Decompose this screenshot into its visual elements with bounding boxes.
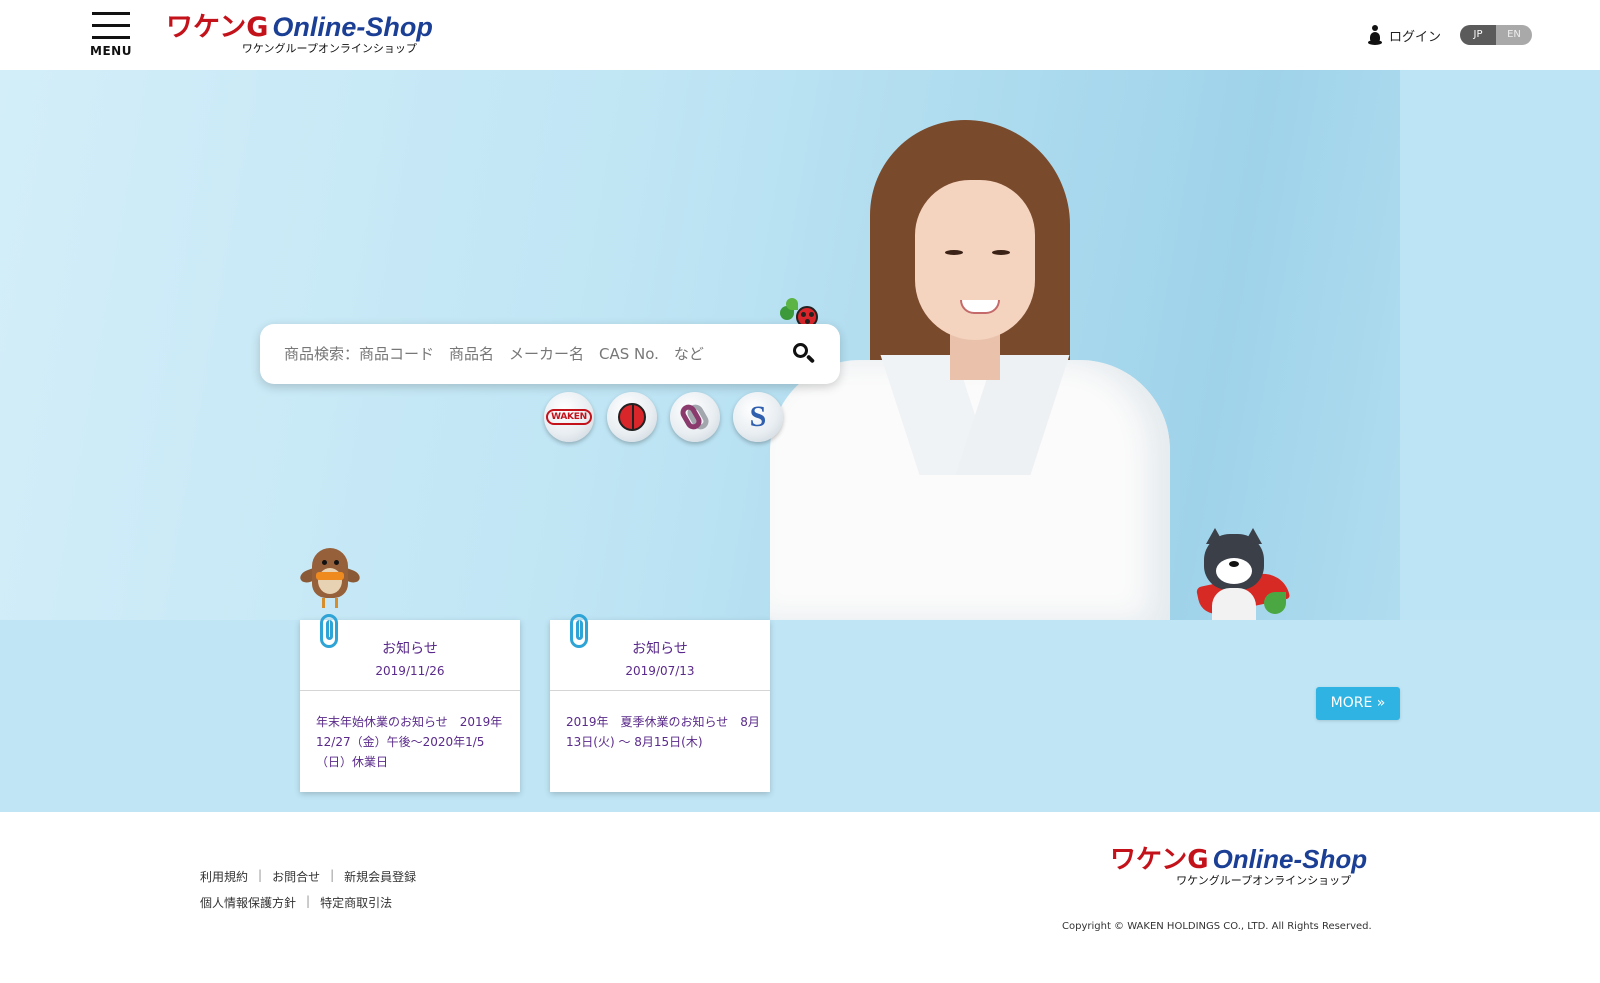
ladybug-logo-icon [607,392,657,442]
search-icon-handle [805,354,816,364]
footer-link-contact[interactable]: お問合せ [272,868,320,885]
company-waken-link[interactable]: WAKEN [544,392,594,442]
product-search-bar [260,324,840,384]
user-icon [1368,24,1382,46]
hero-background-band [1400,70,1600,620]
hero-banner: WAKEN S [0,70,1600,620]
logo-text-jp: ワケンG [166,12,269,43]
search-button[interactable] [792,342,816,366]
menu-button[interactable]: MENU [90,10,132,60]
news-section: お知らせ 2019/11/26 年末年始休業のお知らせ 2019年12/27（金… [0,614,1600,812]
news-divider [300,690,520,691]
logo-text-en: Online-Shop [1212,844,1368,874]
logo-subtitle: ワケングループオンラインショップ [1176,874,1352,887]
news-date: 2019/07/13 [625,664,695,678]
group-company-links: WAKEN S [544,392,783,444]
logo-text-en: Online-Shop [272,12,433,42]
company-shinkoku-link[interactable]: S [733,392,783,442]
footer-logo[interactable]: ワケンG Online-Shop ワケングループオンラインショップ [1110,844,1367,887]
shinkoku-logo-text: S [749,400,767,433]
news-title: お知らせ [382,641,438,657]
company-ladybug-link[interactable] [607,392,657,442]
shinkoku-logo-icon: S [733,392,783,442]
login-label: ログイン [1389,29,1442,45]
menu-label: MENU [90,44,132,58]
footer-link-terms[interactable]: 利用規約 [200,868,248,885]
search-input[interactable] [284,324,764,384]
news-divider [550,690,770,691]
footer-links-row: 利用規約 | お問合せ | 新規会員登録 [200,868,416,885]
footer-link-register[interactable]: 新規会員登録 [344,868,416,885]
lang-en-button[interactable]: EN [1496,25,1532,45]
hamburger-icon [92,12,130,15]
news-body: 2019年 夏季休業のお知らせ 8月13日(火) ～ 8月15日(木) [566,715,760,749]
site-header: MENU ワケンG Online-Shop ワケングループオンラインショップ ログ… [0,0,1600,70]
footer-links-row: 個人情報保護方針 | 特定商取引法 [200,894,392,911]
waken-logo-icon: WAKEN [544,392,594,442]
news-card[interactable]: お知らせ 2019/07/13 2019年 夏季休業のお知らせ 8月13日(火)… [550,614,770,792]
news-body: 年末年始休業のお知らせ 2019年12/27（金）午後～2020年1/5（日）休… [316,715,503,769]
dog-mascot-icon [1195,528,1291,620]
waken-logo-text: WAKEN [546,409,592,425]
knot-logo-icon [670,392,720,442]
footer-link-commerce-law[interactable]: 特定商取引法 [320,894,392,911]
footer-separator: | [330,868,335,882]
news-card[interactable]: お知らせ 2019/11/26 年末年始休業のお知らせ 2019年12/27（金… [300,614,520,792]
lang-jp-button[interactable]: JP [1460,25,1496,45]
footer-link-privacy[interactable]: 個人情報保護方針 [200,894,296,911]
site-logo[interactable]: ワケンG Online-Shop ワケングループオンラインショップ [166,12,433,55]
login-link[interactable]: ログイン [1368,24,1441,46]
footer-separator: | [258,868,263,882]
language-switch: JP EN [1460,25,1532,45]
hamburger-icon-bar [92,36,130,39]
news-title: お知らせ [632,641,688,657]
logo-text-jp: ワケンG [1110,845,1209,875]
company-knot-link[interactable] [670,392,720,442]
news-more-button[interactable]: MORE » [1316,687,1400,720]
logo-subtitle: ワケングループオンラインショップ [241,42,417,55]
hamburger-icon-bar [92,24,130,27]
footer-separator: | [306,894,311,908]
site-footer: 利用規約 | お問合せ | 新規会員登録 個人情報保護方針 | 特定商取引法 ワ… [0,812,1600,983]
copyright-text: Copyright © WAKEN HOLDINGS CO., LTD. All… [1062,921,1372,932]
bird-mascot-icon [298,548,362,610]
news-date: 2019/11/26 [375,664,445,678]
